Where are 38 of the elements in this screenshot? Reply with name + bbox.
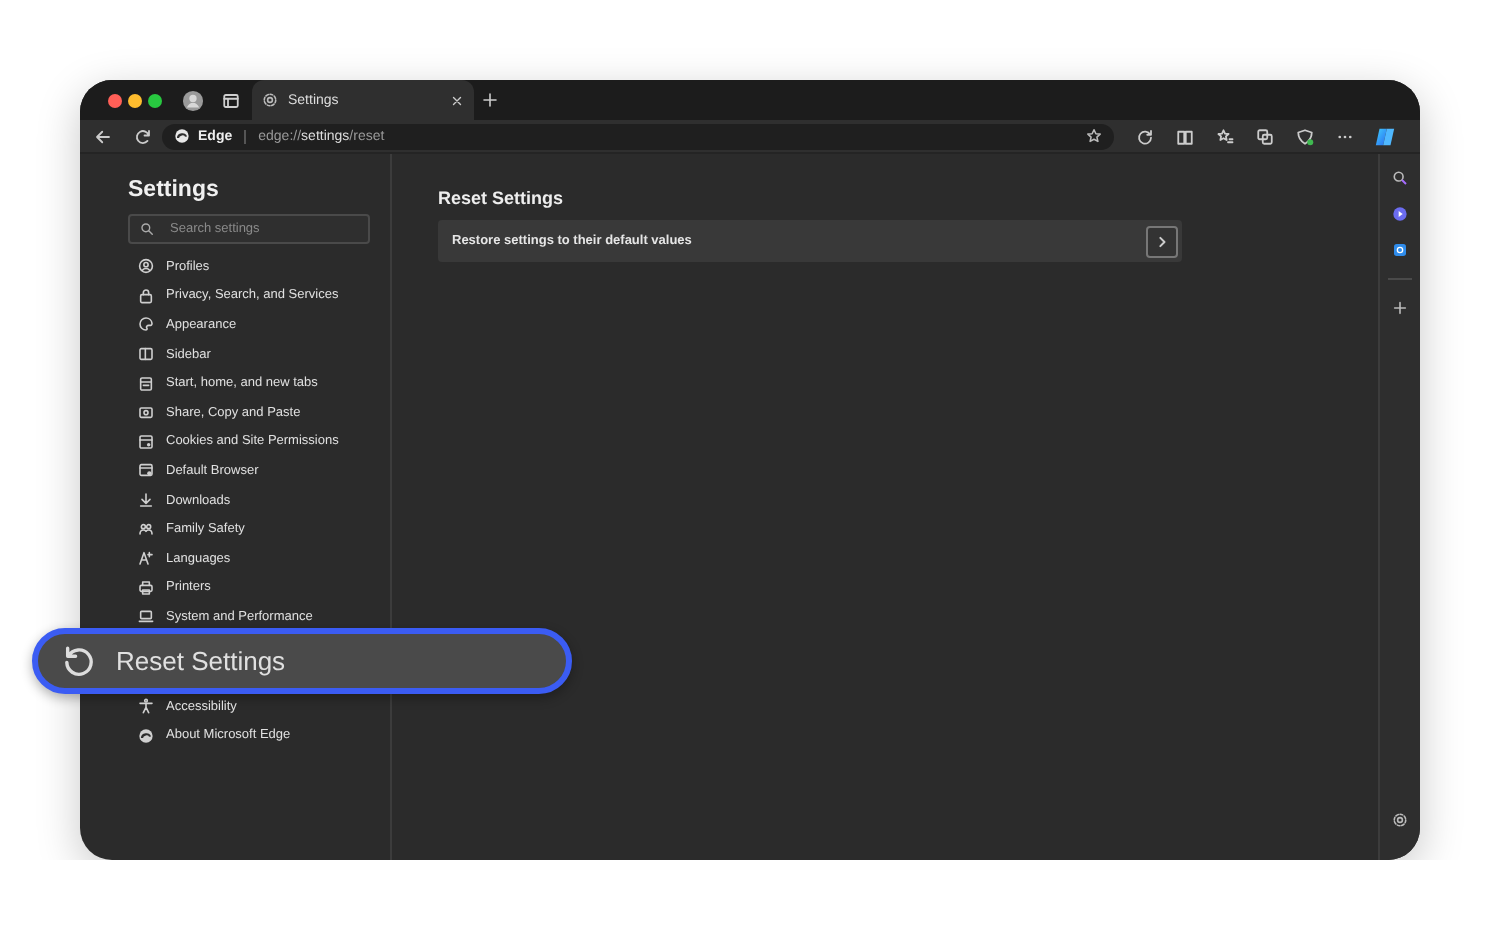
accessibility-icon [138,698,154,715]
close-icon[interactable] [450,93,464,107]
shield-icon[interactable] [1296,127,1314,145]
browser-icon [138,462,154,479]
search-icon[interactable] [1392,170,1408,186]
tab-actions-icon[interactable] [222,91,240,109]
back-arrow-icon[interactable] [94,127,112,145]
reset-icon [62,643,96,678]
play-badge-icon[interactable] [1392,206,1408,222]
person-icon [138,258,154,275]
language-icon [138,550,154,567]
profile-avatar-icon[interactable] [182,89,204,111]
sidebar-item[interactable]: Reset Settings [32,627,572,694]
laptop-icon [138,608,154,625]
swirl-logo-icon [174,128,190,144]
swirl-logo-icon [138,727,154,744]
lock-icon [138,287,154,304]
settings-icon[interactable] [1392,812,1408,828]
refresh-page-icon[interactable] [1136,127,1154,145]
plus-icon[interactable] [482,92,498,108]
star-list-icon[interactable] [1216,127,1234,145]
star-icon[interactable] [1086,128,1102,144]
sidebar-title: Settings [128,178,221,202]
next-button[interactable] [1146,225,1178,257]
sidebar-icon [138,346,154,363]
palette-icon [138,316,154,333]
plus-icon[interactable] [1392,300,1408,316]
reload-icon[interactable] [134,127,152,145]
book-icon[interactable] [1176,127,1194,145]
page-heading: Reset Settings [438,188,566,208]
collections-icon[interactable] [1256,127,1274,145]
printer-icon [138,579,154,596]
gradient-logo-icon[interactable] [1374,125,1396,147]
search-icon [140,222,154,236]
gear-icon [262,92,278,108]
mail-badge-icon[interactable] [1392,242,1408,258]
family-icon [138,521,154,538]
download-icon [138,492,154,509]
